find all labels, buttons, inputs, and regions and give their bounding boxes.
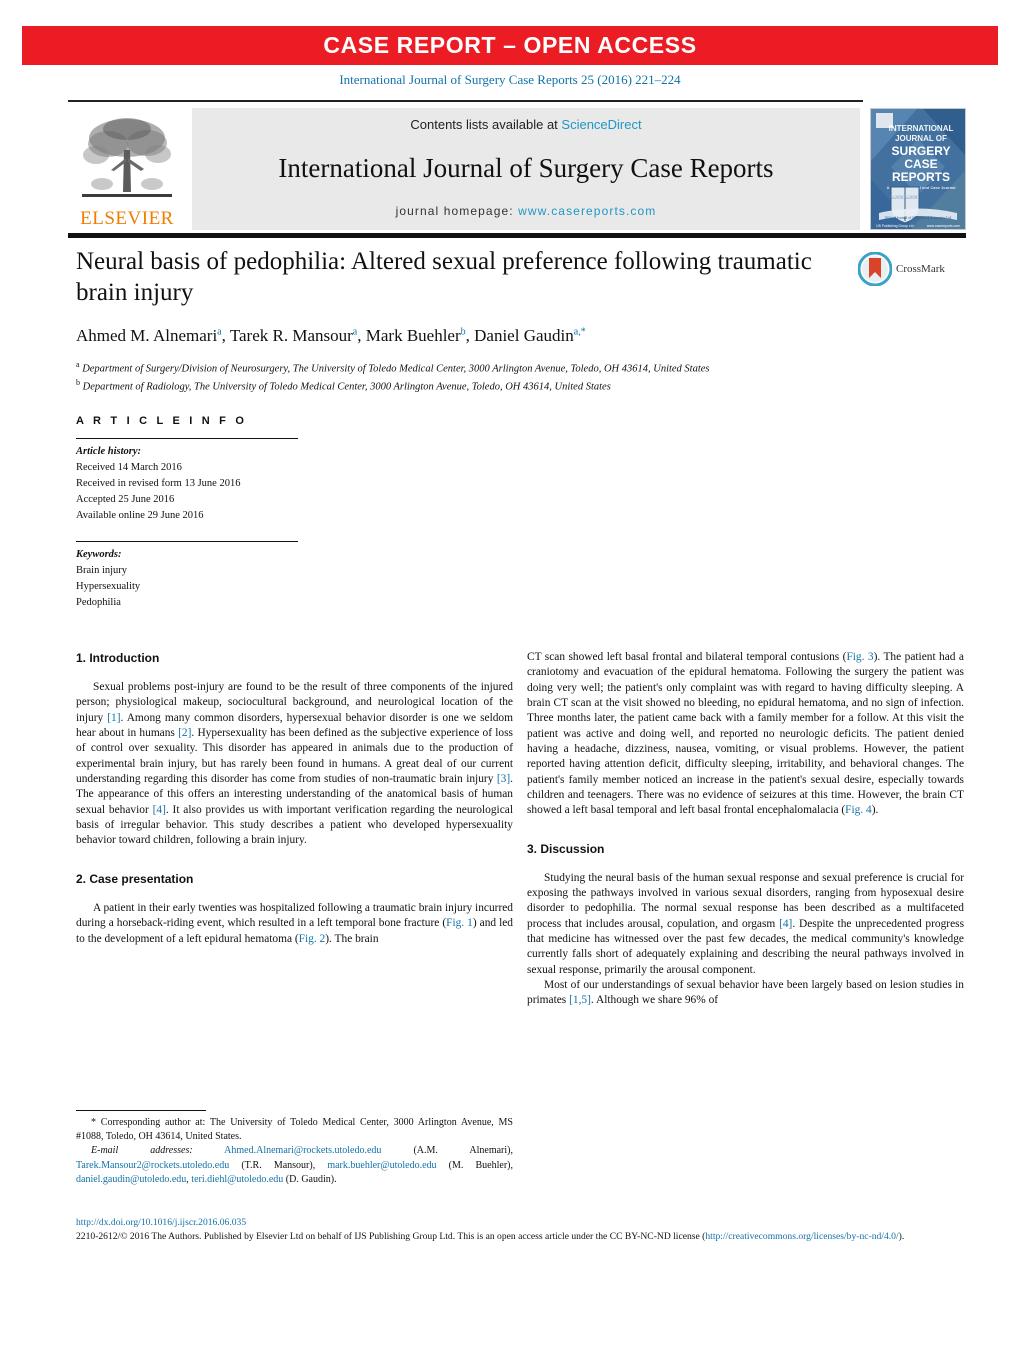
paragraph-discussion-2: Most of our understandings of sexual beh…: [527, 979, 964, 1007]
contents-list-line: Contents lists available at ScienceDirec…: [410, 117, 641, 132]
doi-link[interactable]: http://dx.doi.org/10.1016/j.ijscr.2016.0…: [76, 1216, 962, 1230]
keyword-item: Brain injury: [76, 564, 128, 576]
article-info-rule-bottom: [76, 540, 298, 542]
corresponding-author-footnote: * Corresponding author at: The Universit…: [76, 1110, 513, 1187]
svg-text:JOURNAL OF: JOURNAL OF: [895, 134, 947, 143]
masthead-top-rule: [68, 100, 863, 102]
sciencedirect-link[interactable]: ScienceDirect: [561, 117, 641, 132]
elsevier-tree-icon: [82, 118, 172, 197]
journal-homepage-line: journal homepage: www.casereports.com: [396, 204, 657, 218]
author-list: Ahmed M. Alnemaria, Tarek R. Mansoura, M…: [76, 326, 586, 345]
elsevier-wordmark: ELSEVIER: [80, 208, 174, 229]
svg-text:SURGERY: SURGERY: [892, 144, 951, 158]
elsevier-logo: ELSEVIER: [68, 108, 186, 230]
crossmark-icon: [858, 252, 892, 286]
history-item: Received 14 March 2016: [76, 461, 182, 473]
homepage-prefix: journal homepage:: [395, 204, 519, 218]
title-separator-rule: [68, 233, 966, 238]
keywords-label: Keywords:: [76, 548, 122, 560]
svg-text:REPORTS: REPORTS: [892, 170, 950, 184]
svg-text:INTERNATIONAL: INTERNATIONAL: [889, 124, 954, 133]
svg-text:CASE: CASE: [904, 157, 937, 171]
article-info-block: A R T I C L E I N F O Article history: R…: [76, 415, 306, 611]
affiliation-b: b Department of Radiology, The Universit…: [76, 378, 611, 393]
license-statement: 2210-2612/© 2016 The Authors. Published …: [76, 1230, 905, 1242]
paragraph-case-presentation-continued: CT scan showed left basal frontal and bi…: [527, 651, 964, 817]
crossmark-badge[interactable]: CrossMark: [858, 252, 962, 286]
email-addresses-text: E-mail addresses: Ahmed.Alnemari@rockets…: [76, 1145, 513, 1185]
open-access-banner-label: CASE REPORT – OPEN ACCESS: [323, 32, 697, 58]
article-info-rule-top: [76, 438, 298, 439]
journal-citation-line: International Journal of Surgery Case Re…: [339, 72, 681, 87]
journal-masthead: ELSEVIER Contents lists available at Sci…: [68, 100, 966, 230]
article-history: Article history: Received 14 March 2016 …: [76, 444, 306, 524]
section-heading-discussion: 3. Discussion: [527, 841, 605, 856]
open-access-banner: CASE REPORT – OPEN ACCESS: [22, 26, 998, 65]
svg-text:\u269C: \u269C: [905, 196, 920, 201]
journal-cover-thumbnail: INTERNATIONAL JOURNAL OF SURGERY CASE RE…: [870, 108, 966, 230]
journal-title: International Journal of Surgery Case Re…: [278, 152, 774, 183]
article-history-label: Article history:: [76, 446, 142, 457]
body-column-right: CT scan showed left basal frontal and bi…: [527, 650, 964, 1009]
section-heading-introduction: 1. Introduction: [76, 651, 160, 665]
masthead-center-panel: Contents lists available at ScienceDirec…: [192, 108, 860, 230]
section-heading-case-presentation: 2. Case presentation: [76, 871, 194, 886]
keywords-block: Keywords: Brain injury Hypersexuality Pe…: [76, 547, 306, 611]
journal-cover-artwork: INTERNATIONAL JOURNAL OF SURGERY CASE RE…: [871, 109, 965, 229]
article-info-heading: A R T I C L E I N F O: [76, 415, 248, 427]
article-header: Neural basis of pedophilia: Altered sexu…: [76, 247, 836, 395]
paragraph-introduction: Sexual problems post-injury are found to…: [76, 681, 513, 847]
paragraph-case-presentation: A patient in their early twenties was ho…: [76, 901, 513, 945]
contents-prefix: Contents lists available at: [410, 117, 562, 132]
affiliations: a Department of Surgery/Division of Neur…: [76, 359, 836, 394]
journal-homepage-link[interactable]: www.casereports.com: [518, 204, 656, 218]
keyword-item: Pedophilia: [76, 596, 121, 608]
svg-text:www.casereports.com: www.casereports.com: [927, 224, 960, 228]
footnote-rule: [76, 1110, 206, 1111]
affiliation-a: a Department of Surgery/Division of Neur…: [76, 360, 710, 375]
svg-text:IJS Publishing Group Ltd: IJS Publishing Group Ltd: [876, 224, 914, 228]
history-item: Received in revised form 13 June 2016: [76, 477, 241, 489]
paragraph-discussion-1: Studying the neural basis of the human s…: [527, 871, 965, 976]
keyword-item: Hypersexuality: [76, 580, 141, 592]
crossmark-label: CrossMark: [896, 263, 945, 275]
history-item: Available online 29 June 2016: [76, 509, 204, 521]
article-title: Neural basis of pedophilia: Altered sexu…: [76, 248, 812, 306]
history-item: Accepted 25 June 2016: [76, 493, 175, 505]
svg-text:Official Journal of the Surgic: Official Journal of the Surgical Associa…: [885, 216, 952, 220]
body-column-left: 1. Introduction Sexual problems post-inj…: [76, 650, 513, 947]
corresponding-author-text: * Corresponding author at: The Universit…: [76, 1117, 513, 1143]
publisher-footer: http://dx.doi.org/10.1016/j.ijscr.2016.0…: [76, 1216, 962, 1244]
